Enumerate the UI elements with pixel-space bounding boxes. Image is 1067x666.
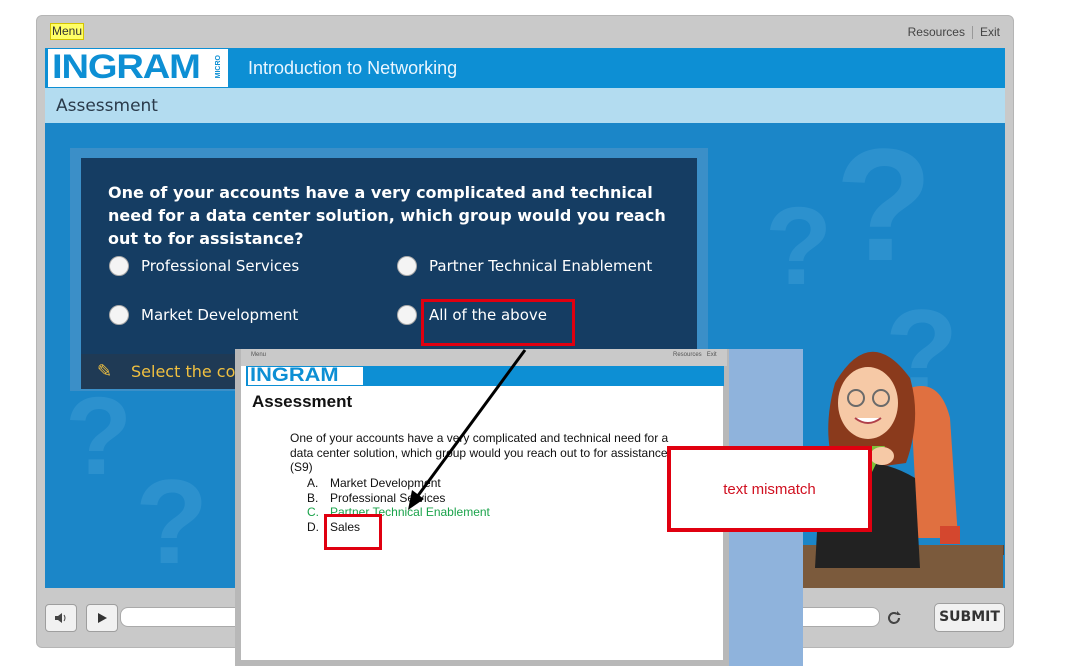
hint-text: Select the cor <box>131 362 242 381</box>
hand <box>870 447 894 465</box>
reference-doc-title: Assessment <box>252 392 353 411</box>
chair <box>910 386 958 538</box>
reference-doc-exit: Exit <box>706 352 717 358</box>
option-radio-4[interactable] <box>397 305 417 325</box>
resources-link[interactable]: Resources <box>908 25 965 39</box>
ingram-micro-logo: INGRAM MICRO <box>48 48 228 87</box>
top-links: Resources Exit <box>908 25 1000 40</box>
option-radio-3[interactable] <box>109 305 129 325</box>
submit-button[interactable]: SUBMIT <box>934 603 1005 632</box>
option-radio-2[interactable] <box>397 256 417 276</box>
volume-button[interactable] <box>45 604 77 632</box>
reference-doc-logo: INGRAM <box>248 365 363 386</box>
replay-icon <box>888 611 901 624</box>
exit-link[interactable]: Exit <box>980 25 1000 39</box>
course-title: Introduction to Networking <box>248 58 458 78</box>
section-bar <box>45 88 1005 123</box>
play-icon <box>98 613 107 623</box>
reference-doc-logo-text: INGRAM <box>250 365 339 386</box>
option-label-3[interactable]: Market Development <box>141 306 298 324</box>
mug <box>940 526 960 544</box>
option-label-1[interactable]: Professional Services <box>141 257 299 275</box>
section-title: Assessment <box>56 96 158 116</box>
question-mark-decoration: ? <box>765 185 833 308</box>
question-mark-decoration: ? <box>835 123 933 294</box>
reference-doc-links: Resources Exit <box>673 352 717 358</box>
replay-button[interactable] <box>880 605 908 633</box>
play-button[interactable] <box>86 604 118 632</box>
face <box>838 367 898 439</box>
question-mark-decoration: ? <box>65 375 133 498</box>
reference-doc-question: One of your accounts have a very complic… <box>290 431 675 474</box>
menu-button[interactable]: Menu <box>50 23 84 40</box>
reference-doc-option-b: B. Professional Services <box>307 491 446 505</box>
option-label-2[interactable]: Partner Technical Enablement <box>429 257 652 275</box>
annotation-highlight-all-of-above <box>421 299 575 346</box>
hint-icon: ✎ <box>97 361 113 382</box>
annotation-highlight-sales <box>324 514 382 550</box>
question-text: One of your accounts have a very complic… <box>108 183 666 248</box>
logo-micro: MICRO <box>215 55 222 79</box>
logo-wordmark: INGRAM <box>52 48 201 86</box>
reference-doc-option-a: A. Market Development <box>307 476 441 490</box>
option-radio-1[interactable] <box>109 256 129 276</box>
reference-doc-topbar <box>241 349 727 366</box>
reference-doc-resources: Resources <box>673 352 702 358</box>
annotation-note-text: text mismatch <box>723 481 816 498</box>
link-divider <box>971 26 973 40</box>
annotation-note: text mismatch <box>667 446 872 532</box>
question-mark-decoration: ? <box>135 455 209 588</box>
volume-icon <box>55 613 66 623</box>
reference-doc-menu: Menu <box>251 352 267 358</box>
